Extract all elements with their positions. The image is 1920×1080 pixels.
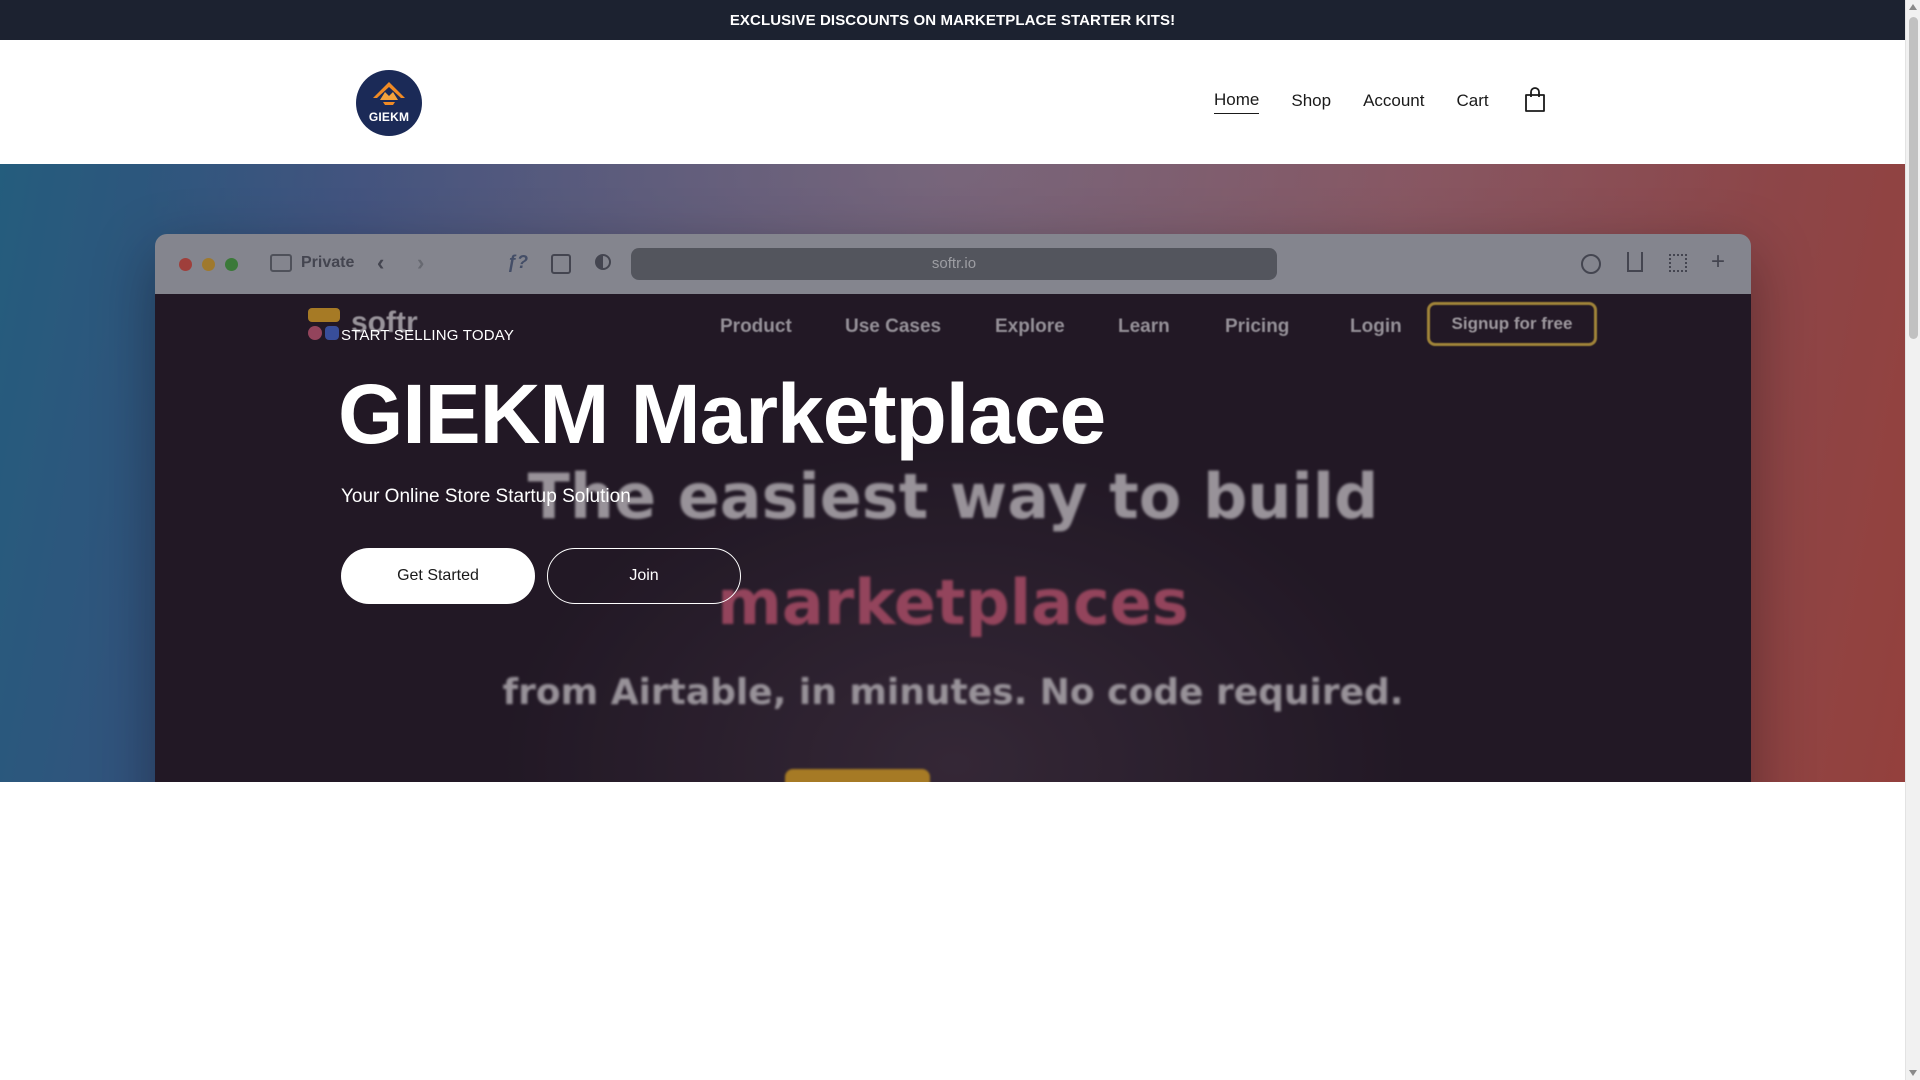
- nav-home-link[interactable]: Home: [1214, 90, 1260, 114]
- scroll-down-arrow-icon[interactable]: [1909, 1070, 1917, 1076]
- nav-account-link[interactable]: Account: [1363, 91, 1424, 114]
- hero-title: GIEKM Marketplace: [338, 367, 1106, 461]
- shopping-bag-icon[interactable]: [1523, 87, 1547, 113]
- announcement-text: EXCLUSIVE DISCOUNTS ON MARKETPLACE START…: [729, 11, 1176, 29]
- roof-hands-icon: [373, 82, 405, 105]
- site-logo[interactable]: GIEKM: [356, 70, 422, 136]
- scrollbar-thumb[interactable]: [1909, 17, 1918, 339]
- page-scrollbar[interactable]: [1905, 0, 1920, 1080]
- join-button[interactable]: Join: [547, 548, 741, 604]
- main-nav: Home Shop Account Cart: [1214, 90, 1521, 114]
- page: EXCLUSIVE DISCOUNTS ON MARKETPLACE START…: [0, 0, 1905, 1080]
- nav-shop-link[interactable]: Shop: [1291, 91, 1331, 114]
- hero-overlay: [0, 164, 1905, 782]
- nav-cart-link[interactable]: Cart: [1457, 91, 1489, 114]
- hero-eyebrow: START SELLING TODAY: [341, 327, 515, 344]
- hero-section: Private ‹ › ƒ? softr.io + softr Product …: [0, 164, 1905, 782]
- logo-text: GIEKM: [368, 110, 410, 124]
- announcement-bar: EXCLUSIVE DISCOUNTS ON MARKETPLACE START…: [0, 0, 1905, 40]
- hero-subtitle: Your Online Store Startup Solution: [341, 486, 631, 507]
- scroll-up-arrow-icon[interactable]: [1909, 4, 1917, 10]
- get-started-button[interactable]: Get Started: [341, 548, 535, 604]
- site-header: GIEKM Home Shop Account Cart: [0, 40, 1905, 164]
